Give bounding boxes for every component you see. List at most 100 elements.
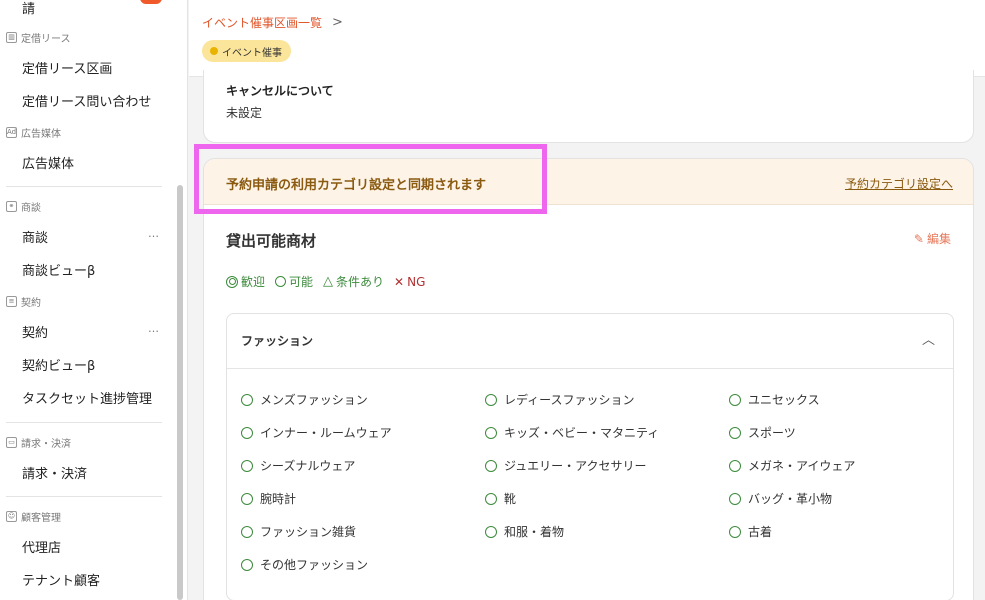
category-settings-link[interactable]: 予約カテゴリ設定へ: [845, 175, 953, 192]
category-item-label: レディースファッション: [504, 393, 635, 407]
category-item: 腕時計: [241, 490, 296, 507]
section-shodan: ⚭ 商談: [6, 199, 41, 214]
triangle-icon: △: [323, 274, 334, 289]
sidebar-item-teishaku-inquiry[interactable]: 定借リース問い合わせ: [22, 91, 160, 110]
sync-notice-text: 予約申請の利用カテゴリ設定と同期されます: [226, 178, 487, 193]
category-accordion: ファッション ︿ メンズファッション レディースファッション ユニセックスインナー・…: [226, 313, 954, 600]
category-item-label: その他ファッション: [260, 558, 369, 572]
cross-icon: ✕: [394, 274, 405, 289]
sidebar-divider: [6, 422, 162, 423]
category-item-label: キッズ・ベビー・マタニティ: [504, 426, 660, 440]
section-billing: ▭ 請求・決済: [6, 435, 71, 450]
category-item-label: シーズナルウェア: [260, 459, 356, 473]
circle-icon: [275, 276, 287, 287]
category-item-label: 古着: [748, 525, 773, 539]
sync-notice: 予約申請の利用カテゴリ設定と同期されます 予約カテゴリ設定へ: [204, 159, 973, 205]
circle-icon: [729, 525, 741, 538]
category-item-label: スポーツ: [748, 426, 796, 440]
circle-icon: [729, 459, 741, 472]
circle-icon: [485, 525, 497, 538]
legend: 歓迎 可能 △ 条件あり ✕ NG: [226, 273, 425, 290]
edit-button[interactable]: ✎ 編集: [914, 230, 951, 247]
circle-icon: [241, 393, 253, 406]
sidebar-item-agency[interactable]: 代理店: [22, 537, 160, 556]
status-badge: イベント催事: [202, 40, 291, 62]
cancel-card: キャンセルについて 未設定: [203, 70, 974, 143]
circle-icon: [241, 459, 253, 472]
sidebar-item-tenant[interactable]: テナント顧客: [22, 570, 160, 589]
pencil-icon: ✎: [913, 231, 924, 246]
section-teishaku: ▥ 定借リース: [6, 30, 71, 45]
chevron-right-icon: >: [332, 15, 343, 30]
category-item: その他ファッション: [241, 556, 368, 573]
circle-icon: [485, 492, 497, 505]
sidebar-item-shodan[interactable]: 商談…: [22, 227, 160, 246]
circle-icon: [241, 558, 253, 571]
chevron-up-icon[interactable]: ︿: [922, 329, 935, 348]
sidebar-item-shodan-view[interactable]: 商談ビューβ: [22, 260, 160, 279]
section-ad: Ad 広告媒体: [6, 127, 61, 140]
category-item: ユニセックス: [729, 391, 820, 408]
sidebar-divider: [6, 186, 162, 187]
section-keiyaku: ≡ 契約: [6, 294, 41, 309]
category-item: バッグ・革小物: [729, 490, 832, 507]
sidebar-item-ad[interactable]: 広告媒体: [22, 153, 160, 172]
category-item: 古着: [729, 523, 772, 540]
category-item: 靴: [485, 490, 516, 507]
sidebar-item-keiyaku-view[interactable]: 契約ビューβ: [22, 355, 160, 374]
category-item-label: ユニセックス: [748, 393, 820, 407]
circle-icon: [729, 426, 741, 439]
accordion-header[interactable]: ファッション ︿: [227, 314, 953, 369]
category-item-label: 腕時計: [260, 492, 297, 506]
circle-icon: [485, 459, 497, 472]
category-item-label: 靴: [504, 492, 517, 506]
circle-icon: [241, 525, 253, 538]
category-item-label: メンズファッション: [260, 393, 368, 407]
products-card: 予約申請の利用カテゴリ設定と同期されます 予約カテゴリ設定へ 貸出可能商材 ✎ …: [203, 158, 974, 600]
cancel-title: キャンセルについて: [226, 84, 334, 98]
circle-icon: [729, 393, 741, 406]
sidebar-scrollbar[interactable]: [177, 185, 183, 600]
sidebar-item-top[interactable]: 請: [22, 0, 35, 17]
category-item: ファッション雑貨: [241, 523, 356, 540]
more-icon[interactable]: …: [148, 322, 160, 341]
section-customers: ☺ 顧客管理: [6, 511, 61, 524]
users-icon: ☺: [6, 511, 17, 522]
circle-icon: [729, 492, 741, 505]
circle-icon: [485, 393, 497, 406]
category-title: ファッション: [241, 334, 314, 348]
sidebar-item-billing[interactable]: 請求・決済: [22, 463, 160, 482]
category-item-label: ジュエリー・アクセサリー: [504, 459, 647, 473]
category-item: インナー・ルームウェア: [241, 424, 392, 441]
sidebar-item-keiyaku[interactable]: 契約…: [22, 322, 160, 341]
section-title: 貸出可能商材: [226, 232, 317, 250]
category-item-label: メガネ・アイウェア: [748, 459, 856, 473]
document-icon: ≡: [6, 296, 17, 307]
topbar: イベント催事区画一覧 > イベント催事: [189, 0, 985, 77]
category-item: シーズナルウェア: [241, 457, 355, 474]
main-content: イベント催事区画一覧 > イベント催事 キャンセルについて 未設定 予約申請の利…: [189, 0, 985, 600]
category-item: レディースファッション: [485, 391, 635, 408]
category-item: ジュエリー・アクセサリー: [485, 457, 647, 474]
circle-icon: [485, 426, 497, 439]
more-icon[interactable]: …: [148, 227, 160, 246]
category-item: スポーツ: [729, 424, 796, 441]
cancel-value: 未設定: [226, 106, 263, 120]
category-item: メンズファッション: [241, 391, 368, 408]
double-circle-icon: [226, 275, 238, 288]
sidebar-item-teishaku-kukaku[interactable]: 定借リース区画: [22, 58, 160, 77]
category-item-label: バッグ・革小物: [748, 492, 833, 506]
handshake-icon: ⚭: [6, 201, 17, 212]
circle-icon: [241, 426, 253, 439]
sidebar: 請 ▥ 定借リース 定借リース区画 定借リース問い合わせ Ad 広告媒体 広告媒…: [0, 0, 188, 600]
category-item-label: 和服・着物: [504, 525, 565, 539]
notification-badge: [140, 0, 162, 4]
building-icon: ▥: [6, 32, 17, 43]
dot-icon: [210, 47, 218, 55]
breadcrumb: イベント催事区画一覧 >: [202, 14, 343, 31]
circle-icon: [241, 492, 253, 505]
breadcrumb-link[interactable]: イベント催事区画一覧: [202, 14, 322, 31]
sidebar-divider: [6, 496, 162, 497]
category-item: メガネ・アイウェア: [729, 457, 855, 474]
sidebar-item-taskset[interactable]: タスクセット進捗管理: [22, 388, 160, 407]
